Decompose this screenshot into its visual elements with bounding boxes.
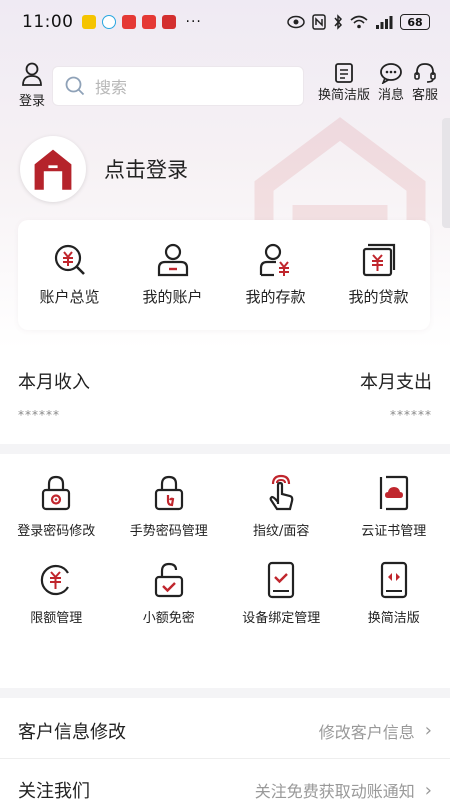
search-icon — [65, 76, 85, 96]
status-bar: 11:00 ··· 68 — [0, 0, 450, 44]
chevron-right-icon: › — [424, 720, 432, 741]
headset-icon — [414, 63, 436, 83]
month-income-label: 本月收入 — [18, 372, 90, 393]
my-loan-icon — [362, 243, 395, 277]
account-card: 账户总览 我的账户 我的存款 我的贷款 — [18, 220, 430, 330]
cloud-certificate-button[interactable]: 云证书管理 — [338, 474, 450, 539]
wifi-icon — [350, 15, 368, 29]
simple-version-icon — [380, 561, 407, 599]
nfc-icon — [312, 14, 326, 30]
my-deposit-icon — [259, 243, 289, 277]
message-icon — [380, 63, 402, 84]
fingerprint-face-label: 指纹/面容 — [253, 524, 310, 539]
month-income[interactable]: 本月收入 ****** — [18, 368, 90, 422]
simple-version-label: 换简洁版 — [367, 611, 420, 626]
login-password-button[interactable]: 登录密码修改 — [0, 474, 113, 539]
login-prompt[interactable]: 点击登录 — [104, 154, 188, 184]
my-deposit-label: 我的存款 — [245, 288, 306, 306]
device-binding-icon — [268, 561, 295, 599]
limit-management-button[interactable]: 限额管理 — [0, 561, 113, 626]
avatar[interactable] — [20, 136, 86, 202]
bank-logo-icon — [34, 149, 72, 190]
message-button[interactable]: 消息 — [376, 62, 406, 103]
my-account-icon — [157, 243, 188, 277]
month-expense-label: 本月支出 — [360, 372, 432, 393]
section-divider — [0, 444, 450, 454]
month-income-value: ****** — [18, 408, 60, 422]
status-time: 11:00 — [22, 12, 74, 32]
gesture-password-label: 手势密码管理 — [129, 524, 208, 539]
search-input[interactable]: 搜索 — [52, 66, 304, 106]
header-actions: 换简洁版 消息 客服 — [316, 62, 440, 103]
eye-icon — [287, 15, 305, 29]
small-amount-icon — [154, 562, 183, 598]
fingerprint-icon — [269, 474, 294, 511]
notif-app-icon — [161, 15, 176, 29]
customer-service-label: 客服 — [411, 88, 438, 103]
small-amount-label: 小额免密 — [142, 611, 195, 626]
notif-chat-icon — [101, 15, 116, 29]
customer-info-title: 客户信息修改 — [18, 721, 126, 743]
device-binding-button[interactable]: 设备绑定管理 — [225, 561, 338, 626]
customer-info-subtitle: 修改客户信息 — [318, 722, 415, 742]
user-icon — [22, 62, 42, 86]
security-grid: 登录密码修改 手势密码管理 指纹/面容 云证书管理 限额管理 小额免密 设备绑定… — [0, 474, 450, 626]
chevron-right-icon: › — [424, 779, 432, 800]
my-account-button[interactable]: 我的账户 — [121, 220, 224, 330]
month-expense[interactable]: 本月支出 ****** — [360, 368, 432, 422]
my-deposit-button[interactable]: 我的存款 — [224, 220, 327, 330]
follow-us-title: 关注我们 — [18, 781, 90, 800]
battery-indicator: 68 — [400, 14, 430, 30]
notif-app-icon — [121, 15, 136, 29]
my-loan-label: 我的贷款 — [348, 288, 409, 306]
search-placeholder: 搜索 — [95, 78, 128, 97]
follow-us-subtitle: 关注免费获取动账通知 — [254, 782, 415, 800]
my-account-label: 我的账户 — [142, 288, 203, 306]
cloud-certificate-label: 云证书管理 — [361, 524, 427, 539]
message-label: 消息 — [377, 88, 404, 103]
account-overview-label: 账户总览 — [39, 288, 100, 306]
login-label: 登录 — [18, 94, 45, 109]
login-password-icon — [42, 475, 71, 511]
login-button[interactable]: 登录 — [16, 62, 48, 109]
switch-simple-label: 换简洁版 — [317, 88, 370, 103]
account-overview-icon — [54, 244, 85, 275]
account-overview-button[interactable]: 账户总览 — [18, 220, 121, 330]
device-binding-label: 设备绑定管理 — [242, 611, 321, 626]
header: 登录 搜索 换简洁版 消息 客服 — [0, 62, 450, 110]
login-password-label: 登录密码修改 — [17, 524, 96, 539]
month-expense-value: ****** — [390, 408, 432, 422]
switch-simple-button[interactable]: 换简洁版 — [316, 62, 372, 103]
side-drawer-handle[interactable] — [442, 118, 450, 228]
limit-management-label: 限额管理 — [30, 611, 83, 626]
limit-icon — [41, 564, 70, 596]
customer-info-row[interactable]: 客户信息修改 修改客户信息 › — [0, 703, 450, 759]
cloud-certificate-icon — [379, 475, 408, 511]
month-summary: 本月收入 ****** 本月支出 ****** — [0, 356, 450, 444]
small-amount-button[interactable]: 小额免密 — [113, 561, 226, 626]
fingerprint-face-button[interactable]: 指纹/面容 — [225, 474, 338, 539]
gesture-password-icon — [154, 475, 183, 511]
bluetooth-icon — [334, 14, 343, 30]
more-notifications: ··· — [185, 14, 202, 30]
customer-service-button[interactable]: 客服 — [410, 62, 440, 103]
notif-app-icon — [141, 15, 156, 29]
gesture-password-button[interactable]: 手势密码管理 — [113, 474, 226, 539]
section-divider — [0, 688, 450, 698]
signal-icon — [376, 16, 393, 29]
notif-app-icon — [81, 15, 96, 29]
my-loan-button[interactable]: 我的贷款 — [327, 220, 430, 330]
follow-us-row[interactable]: 关注我们 关注免费获取动账通知 › — [0, 762, 450, 800]
simple-version-button[interactable]: 换简洁版 — [338, 561, 450, 626]
switch-simple-icon — [335, 63, 353, 83]
